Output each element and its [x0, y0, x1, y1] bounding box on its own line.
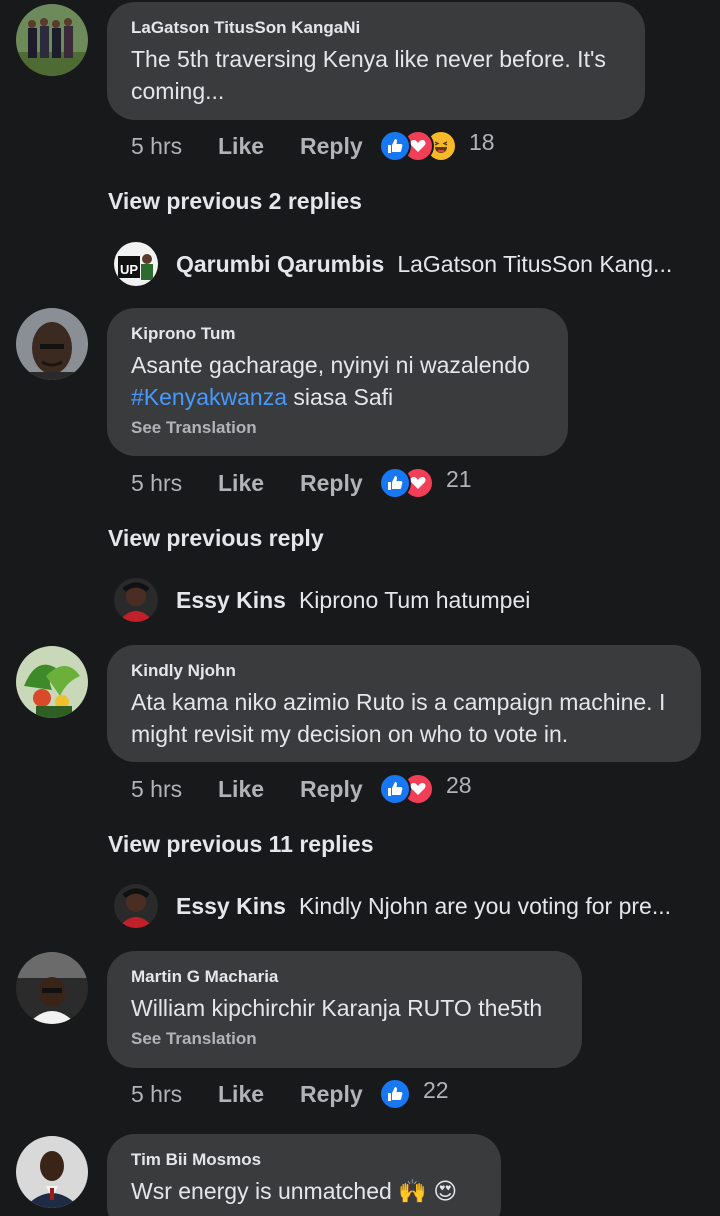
comment-bubble: Martin G Macharia William kipchirchir Ka… — [107, 951, 582, 1068]
thumbs-up-icon — [379, 1078, 411, 1110]
reply-preview[interactable]: Essy Kins Kiprono Tum hatumpei — [114, 578, 530, 622]
avatar[interactable] — [16, 4, 88, 76]
comment-author[interactable]: LaGatson TitusSon KangaNi — [131, 18, 621, 38]
comment-text: Wsr energy is unmatched 🙌 😍 — [131, 1178, 458, 1204]
see-translation-link[interactable]: See Translation — [131, 1029, 558, 1049]
view-previous-replies[interactable]: View previous 11 replies — [108, 831, 374, 858]
avatar[interactable] — [16, 952, 88, 1024]
avatar[interactable]: UP — [114, 242, 158, 286]
reply-preview[interactable]: UP Qarumbi Qarumbis LaGatson TitusSon Ka… — [114, 242, 672, 286]
comment-actions: 5 hrs Like Reply 21 — [131, 465, 472, 499]
comment-bubble: Tim Bii Mosmos Wsr energy is unmatched 🙌… — [107, 1134, 501, 1216]
reaction-summary[interactable]: 28 — [379, 771, 472, 805]
svg-text:UP: UP — [120, 262, 138, 277]
reaction-count: 18 — [469, 128, 495, 155]
reply-text: LaGatson TitusSon Kang... — [397, 250, 673, 277]
comment-text: William kipchirchir Karanja RUTO the5th — [131, 995, 543, 1021]
comment-actions: 5 hrs Like Reply 28 — [131, 771, 472, 805]
like-button[interactable]: Like — [218, 133, 300, 160]
avatar[interactable] — [114, 578, 158, 622]
comment-text: The 5th traversing Kenya like never befo… — [131, 46, 606, 104]
comment-author[interactable]: Kiprono Tum — [131, 324, 544, 344]
reply-button[interactable]: Reply — [300, 470, 379, 497]
reaction-count: 28 — [446, 771, 472, 798]
comment-text: Asante gacharage, nyinyi ni wazalendo #K… — [131, 352, 530, 410]
comment-actions: 5 hrs Like Reply 18 — [131, 128, 495, 162]
comment-author[interactable]: Kindly Njohn — [131, 661, 677, 681]
comment-bubble: Kindly Njohn Ata kama niko azimio Ruto i… — [107, 645, 701, 762]
avatar[interactable] — [16, 646, 88, 718]
hashtag-link[interactable]: #Kenyakwanza — [131, 384, 287, 410]
reply-button[interactable]: Reply — [300, 133, 379, 160]
comment-author[interactable]: Tim Bii Mosmos — [131, 1150, 477, 1170]
reply-author[interactable]: Qarumbi Qarumbis — [176, 251, 384, 278]
reaction-summary[interactable]: 22 — [379, 1076, 449, 1110]
reaction-summary[interactable]: 18 — [379, 128, 495, 162]
view-previous-replies[interactable]: View previous 2 replies — [108, 188, 362, 215]
comment-bubble: LaGatson TitusSon KangaNi The 5th traver… — [107, 2, 645, 120]
view-previous-replies[interactable]: View previous reply — [108, 525, 324, 552]
comment-time[interactable]: 5 hrs — [131, 1081, 218, 1108]
comment-time[interactable]: 5 hrs — [131, 470, 218, 497]
comment-bubble: Kiprono Tum Asante gacharage, nyinyi ni … — [107, 308, 568, 456]
reply-text: Kiprono Tum hatumpei — [298, 586, 531, 613]
reaction-summary[interactable]: 21 — [379, 465, 472, 499]
reply-button[interactable]: Reply — [300, 1081, 379, 1108]
avatar[interactable] — [16, 308, 88, 380]
see-translation-link[interactable]: See Translation — [131, 418, 544, 438]
like-button[interactable]: Like — [218, 470, 300, 497]
avatar[interactable] — [16, 1136, 88, 1208]
comment-time[interactable]: 5 hrs — [131, 776, 218, 803]
reply-preview[interactable]: Essy Kins Kindly Njohn are you voting fo… — [114, 884, 671, 928]
like-button[interactable]: Like — [218, 1081, 300, 1108]
reply-author[interactable]: Essy Kins — [176, 893, 286, 920]
reply-author[interactable]: Essy Kins — [176, 587, 286, 614]
reply-text: Kindly Njohn are you voting for pre... — [298, 892, 671, 919]
thumbs-up-icon — [379, 773, 411, 805]
thumbs-up-icon — [379, 130, 411, 162]
comment-time[interactable]: 5 hrs — [131, 133, 218, 160]
reaction-count: 22 — [423, 1076, 449, 1103]
comment-author[interactable]: Martin G Macharia — [131, 967, 558, 987]
reply-button[interactable]: Reply — [300, 776, 379, 803]
avatar[interactable] — [114, 884, 158, 928]
comment-actions: 5 hrs Like Reply 22 — [131, 1076, 449, 1110]
reaction-count: 21 — [446, 465, 472, 492]
thumbs-up-icon — [379, 467, 411, 499]
comment-text: Ata kama niko azimio Ruto is a campaign … — [131, 689, 666, 747]
like-button[interactable]: Like — [218, 776, 300, 803]
